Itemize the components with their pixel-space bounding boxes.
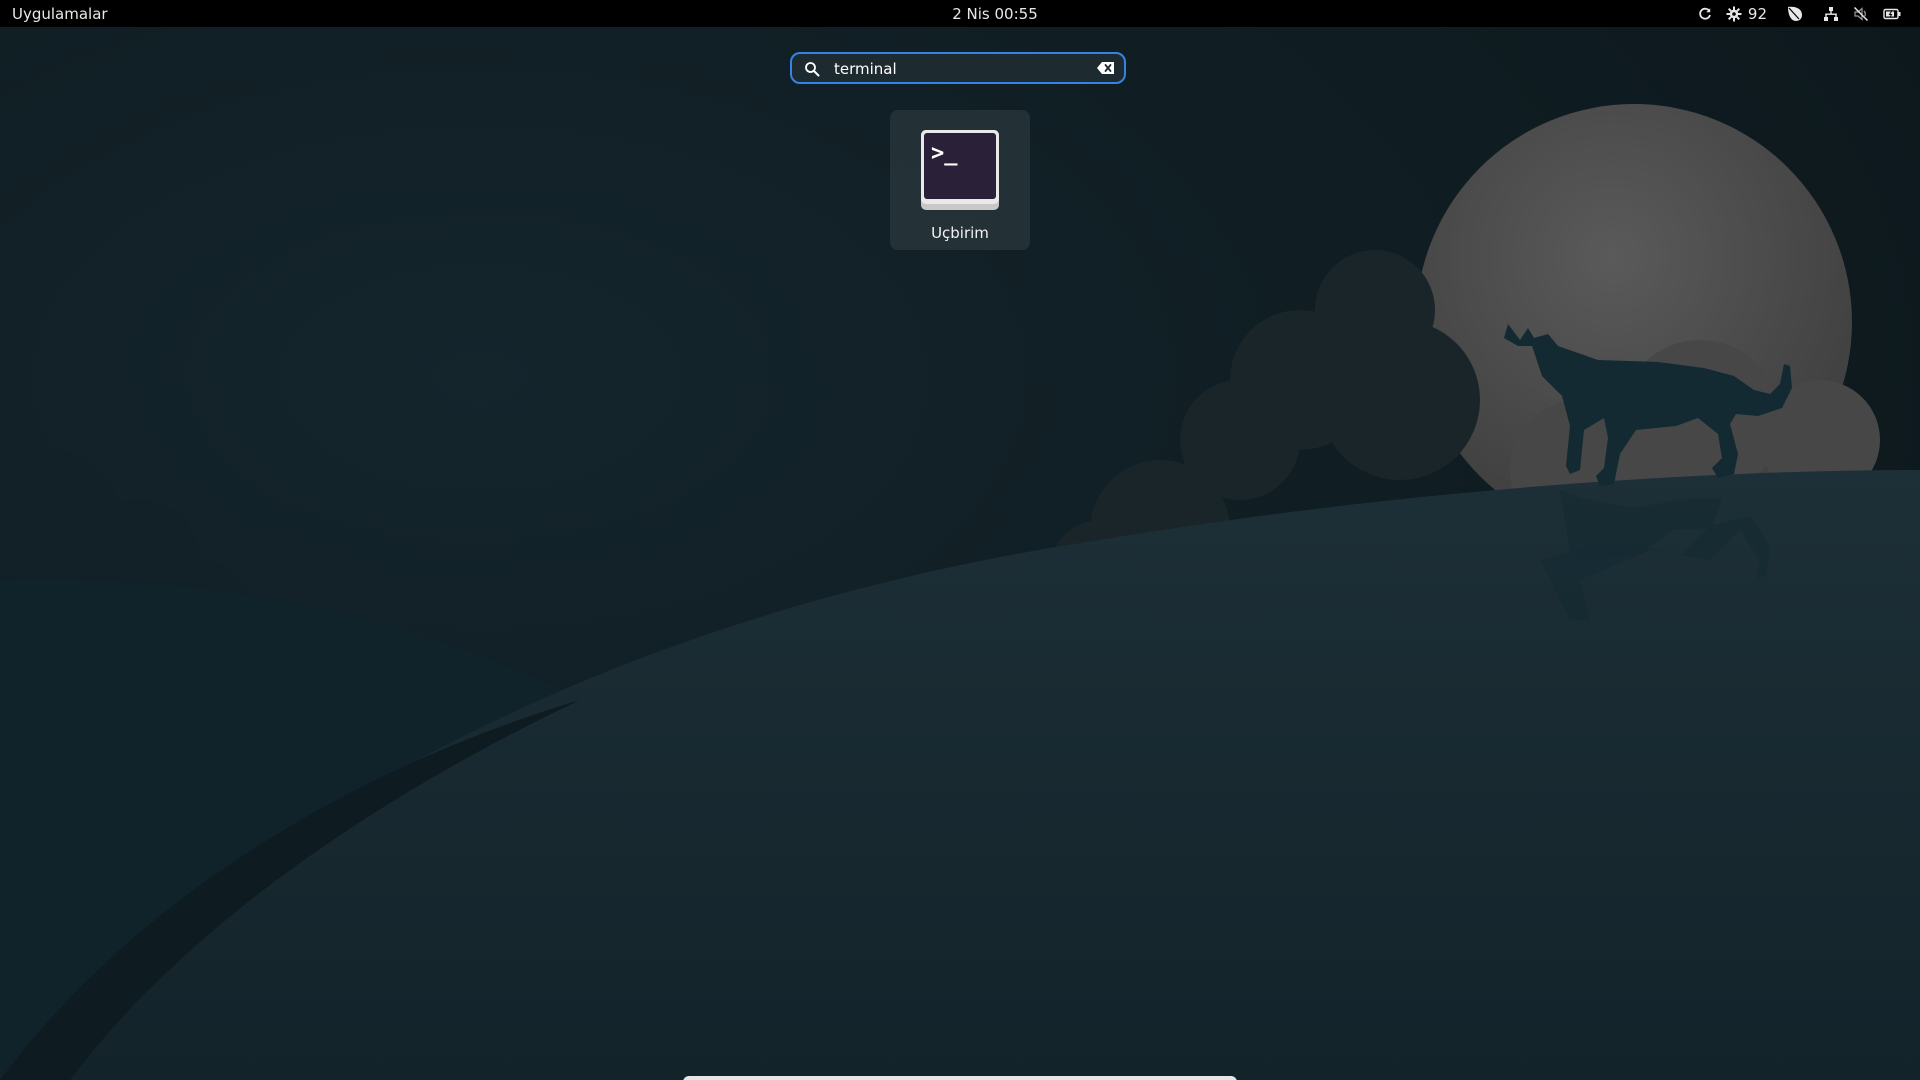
battery-icon — [1883, 8, 1901, 19]
muted-icon — [1853, 6, 1869, 21]
activities-button[interactable]: Uygulamalar — [12, 4, 108, 24]
clear-icon[interactable] — [1096, 60, 1116, 76]
gear-icon — [1726, 6, 1742, 21]
terminal-icon: >_ — [921, 130, 999, 210]
app-result-label: Uçbirim — [931, 224, 989, 242]
refresh-icon — [1699, 7, 1711, 20]
brightness-value: 92 — [1747, 4, 1767, 23]
app-result-terminal[interactable]: >_ Uçbirim — [890, 110, 1030, 250]
desktop: Uygulamalar 2 Nis 00:55 92 terminal >_ U… — [0, 0, 1920, 1080]
dash[interactable] — [683, 1076, 1237, 1080]
terminal-prompt: >_ — [931, 141, 958, 166]
search-icon — [805, 62, 820, 77]
leaf-icon — [1788, 6, 1802, 21]
refresh-indicator[interactable] — [1691, 0, 1719, 27]
search-entry[interactable] — [790, 52, 1126, 84]
clock: 2 Nis 00:55 — [0, 4, 1920, 24]
brightness-indicator[interactable]: 92 — [1719, 0, 1774, 27]
network-icon — [1824, 6, 1838, 21]
search-input[interactable] — [832, 57, 1086, 81]
power-mode-indicator[interactable] — [1774, 0, 1816, 27]
battery-indicator[interactable] — [1876, 0, 1908, 27]
network-indicator[interactable] — [1816, 0, 1846, 27]
top-bar: Uygulamalar 2 Nis 00:55 92 — [0, 0, 1920, 27]
clock-label[interactable]: 2 Nis 00:55 — [952, 5, 1038, 23]
system-tray: 92 — [1691, 0, 1908, 27]
volume-indicator[interactable] — [1846, 0, 1876, 27]
